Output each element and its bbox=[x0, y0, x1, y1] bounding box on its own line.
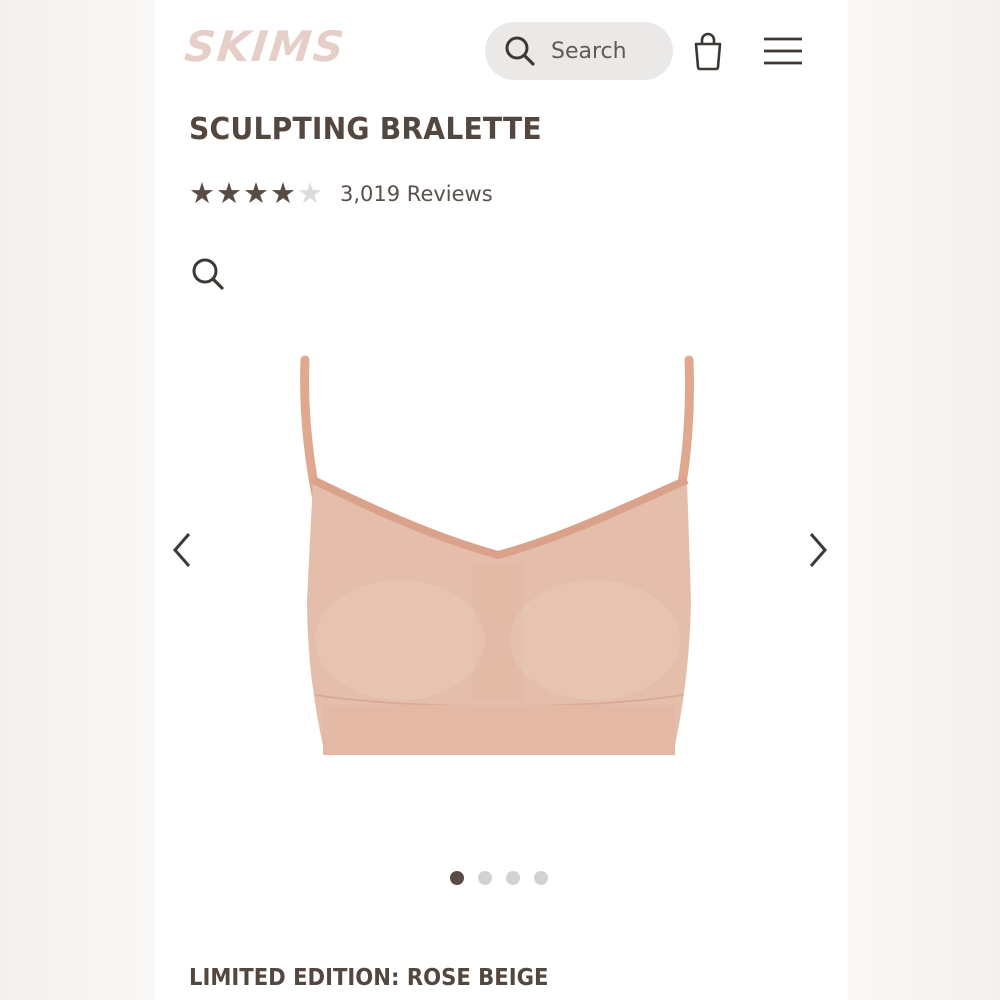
product-rating[interactable]: ★ ★ ★ ★ ★ 3,019 Reviews bbox=[189, 178, 493, 210]
product-page: SKIMS Search SCULPTING BRALETTE ★ ★ ★ ★ … bbox=[155, 0, 848, 1000]
star-icon: ★ bbox=[243, 178, 269, 210]
star-empty-icon: ★ bbox=[297, 178, 323, 210]
shopping-bag-icon[interactable] bbox=[691, 31, 725, 71]
search-placeholder: Search bbox=[551, 38, 627, 64]
brand-logo[interactable]: SKIMS bbox=[182, 22, 348, 71]
background-left bbox=[0, 0, 155, 1000]
carousel-dot[interactable] bbox=[478, 871, 492, 885]
color-edition-label: LIMITED EDITION: ROSE BEIGE bbox=[189, 965, 549, 991]
reviews-link[interactable]: 3,019 Reviews bbox=[340, 182, 493, 206]
carousel-dot[interactable] bbox=[450, 871, 464, 885]
carousel-dot[interactable] bbox=[534, 871, 548, 885]
chevron-right-icon[interactable] bbox=[805, 530, 831, 570]
background-right bbox=[848, 0, 1000, 1000]
star-icon: ★ bbox=[216, 178, 242, 210]
search-icon bbox=[505, 36, 535, 66]
star-icon: ★ bbox=[270, 178, 296, 210]
chevron-left-icon[interactable] bbox=[169, 530, 195, 570]
carousel-indicators bbox=[450, 871, 548, 885]
product-title: SCULPTING BRALETTE bbox=[189, 112, 542, 147]
star-icon: ★ bbox=[189, 178, 215, 210]
star-rating: ★ ★ ★ ★ ★ bbox=[189, 178, 324, 210]
zoom-icon[interactable] bbox=[190, 256, 226, 292]
carousel-dot[interactable] bbox=[506, 871, 520, 885]
hamburger-menu-icon[interactable] bbox=[763, 36, 803, 66]
search-bar[interactable]: Search bbox=[485, 22, 673, 80]
bralette-product-image bbox=[300, 355, 695, 755]
